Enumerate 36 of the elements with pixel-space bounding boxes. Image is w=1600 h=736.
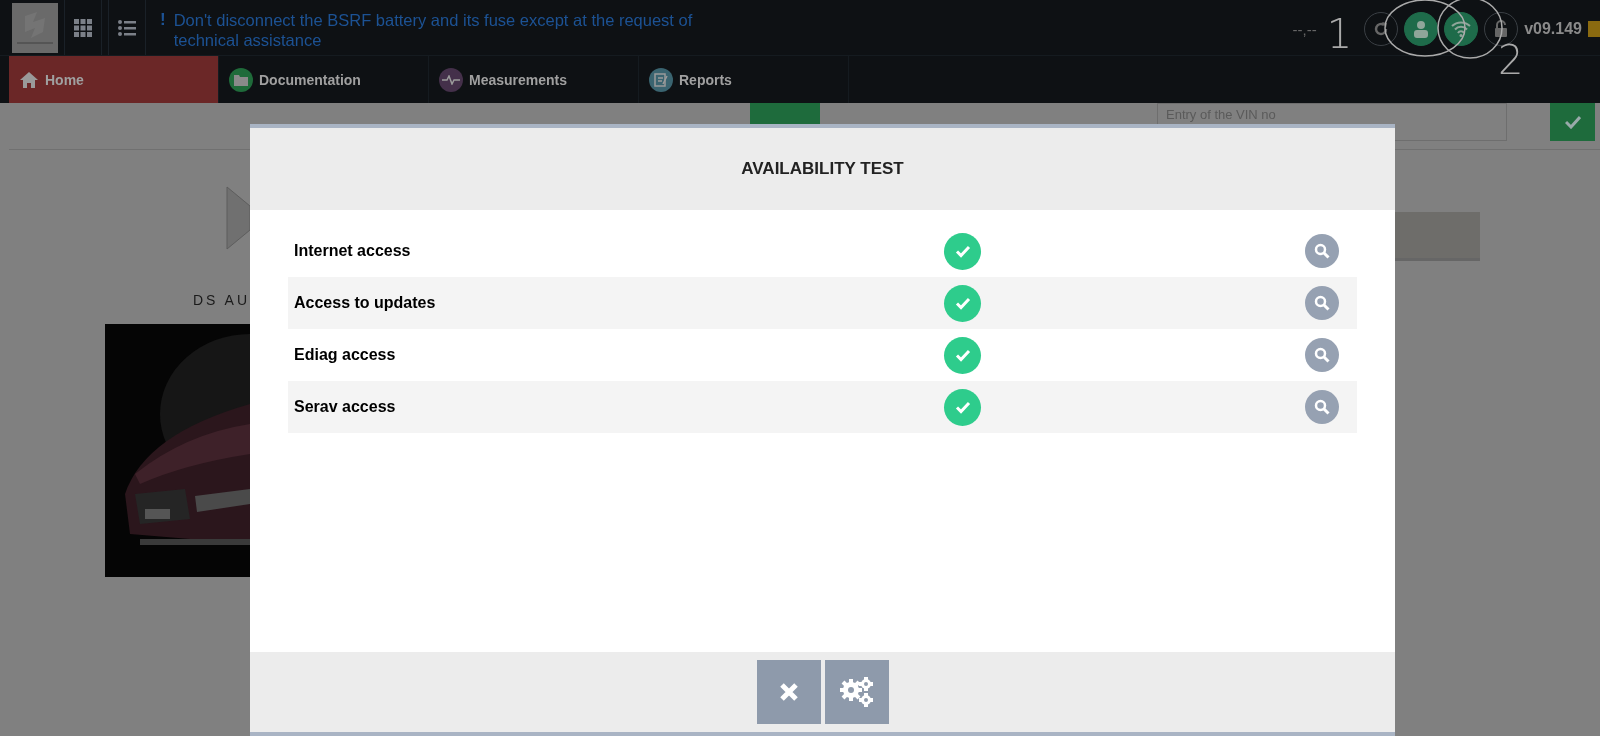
check-icon: [1564, 115, 1581, 129]
search-button[interactable]: [1305, 234, 1339, 268]
version-text: v09.149: [1524, 20, 1582, 38]
search-icon: [1314, 295, 1330, 311]
search-button[interactable]: [1305, 338, 1339, 372]
wifi-icon[interactable]: [1444, 12, 1479, 46]
confirm-button[interactable]: [1550, 103, 1595, 141]
test-label: Serav access: [293, 398, 397, 416]
alert-mark: !: [160, 10, 166, 30]
nav-tab[interactable]: Home: [9, 56, 219, 103]
test-label: Ediag access: [293, 346, 397, 364]
user-icon[interactable]: [1404, 12, 1439, 46]
search-icon: [1314, 399, 1330, 415]
test-label: Access to updates: [293, 294, 437, 312]
report-icon: [649, 67, 673, 92]
close-button[interactable]: [756, 660, 821, 724]
logo-chevron-icon: [226, 186, 250, 250]
logo: [12, 3, 58, 53]
search-button[interactable]: [1305, 286, 1339, 320]
search-icon: [1314, 243, 1330, 259]
waveform-icon: [439, 67, 463, 92]
search-button[interactable]: [1305, 390, 1339, 424]
time-text: --,--: [1292, 20, 1317, 38]
handwritten-number: 2: [1498, 40, 1524, 80]
home-icon: [19, 70, 39, 89]
test-label: Internet access: [293, 242, 412, 260]
alert-message: Don't disconnect the BSRF battery and its fuse except at the request of technical assistance: [173, 10, 694, 50]
settings-button[interactable]: [824, 660, 889, 724]
dialog-title: AVAILABILITY TEST: [741, 159, 904, 179]
folder-icon: [229, 67, 253, 92]
diagnostic-button[interactable]: [750, 103, 820, 125]
brand-text: DS AU: [193, 292, 250, 308]
handwritten-number: 1: [1326, 14, 1353, 54]
search-icon: [1314, 347, 1330, 363]
close-icon: [777, 681, 800, 703]
settings-icon: [838, 676, 875, 708]
